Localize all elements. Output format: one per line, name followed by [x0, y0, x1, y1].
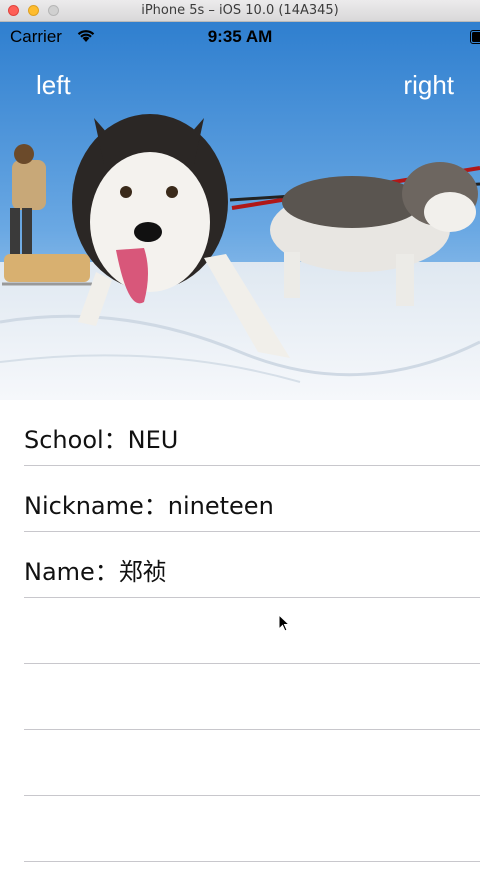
mouse-cursor-icon — [278, 613, 291, 637]
table-row[interactable]: Nickname：nineteen — [0, 466, 480, 532]
row-separator — [24, 861, 480, 862]
status-bar: Carrier 9:35 AM — [0, 22, 480, 52]
school-cell-label: School：NEU — [24, 426, 179, 454]
simulator-titlebar: iPhone 5s – iOS 10.0 (14A345) — [0, 0, 480, 22]
nickname-cell-label: Nickname：nineteen — [24, 492, 274, 520]
header-image: Carrier 9:35 AM left right — [0, 22, 480, 400]
left-button[interactable]: left — [36, 70, 71, 101]
right-button[interactable]: right — [403, 70, 454, 101]
table-row[interactable] — [0, 664, 480, 730]
table-row[interactable] — [0, 796, 480, 862]
table-row[interactable] — [0, 598, 480, 664]
table-row[interactable]: Name：郑祯 — [0, 532, 480, 598]
status-time: 9:35 AM — [207, 27, 273, 46]
window-title: iPhone 5s – iOS 10.0 (14A345) — [141, 3, 339, 18]
info-table: School：NEU Nickname：nineteen Name：郑祯 — [0, 400, 480, 862]
name-cell-label: Name：郑祯 — [24, 558, 167, 586]
table-row[interactable] — [0, 730, 480, 796]
table-row[interactable]: School：NEU — [0, 400, 480, 466]
device-screen: Carrier 9:35 AM left right School：NEU Ni… — [0, 22, 480, 874]
